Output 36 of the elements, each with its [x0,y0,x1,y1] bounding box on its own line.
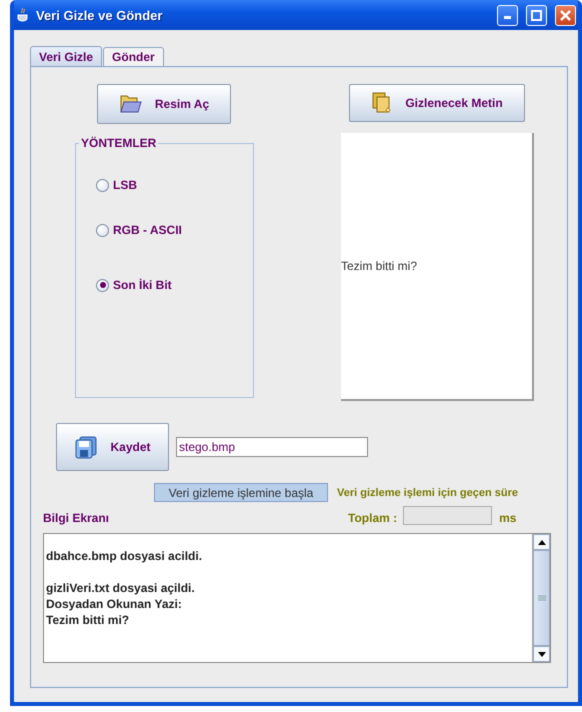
minimize-button[interactable] [497,4,518,26]
close-button[interactable] [555,4,576,26]
folder-icon [118,93,143,115]
radio-option[interactable]: LSB [96,178,253,192]
save-button[interactable]: Kaydet [56,423,169,471]
documents-icon [371,91,394,115]
tab[interactable]: Gönder [103,47,164,66]
coffee-cup-icon [16,7,30,23]
up-arrow-icon[interactable] [538,540,546,544]
info-log[interactable]: dbahce.bmp dosyasi acildi. gizliVeri.txt dosyasi açildi. Dosyadan Okunan Yazi: Tezim bitti mi? [43,533,551,663]
tab[interactable]: Veri Gizle [30,46,102,66]
hidden-text-area[interactable]: Tezim bitti mi? [341,133,534,401]
start-button[interactable]: Veri gizleme işlemine başla [154,483,328,502]
grip-icon[interactable] [538,595,546,601]
floppy-disk-icon [74,435,98,459]
window-title: Veri Gizle ve Gönder [36,8,164,22]
unit-label: ms [499,511,516,525]
duration-field[interactable] [403,506,492,525]
maximize-icon [531,10,542,20]
duration-label: Veri gizleme işlemi için geçen süre [337,486,518,498]
info-title: Bilgi Ekranı [43,511,110,525]
scrollbar[interactable] [532,534,550,662]
down-arrow-icon[interactable] [538,652,546,656]
total-label: Toplam : [348,511,398,525]
log-line: Tezim bitti mi? [46,612,130,628]
log-line: dbahce.bmp dosyasi acildi. [46,548,204,564]
close-icon [560,10,571,20]
maximize-button[interactable] [526,4,547,26]
radio-option[interactable]: Son İki Bit [96,278,253,292]
file-name-field[interactable]: stego.bmp [176,437,368,457]
open-image-button[interactable]: Resim Aç [97,84,231,124]
log-line: Dosyadan Okunan Yazi: [46,596,183,612]
hidden-text-button[interactable]: Gizlenecek Metin [349,84,525,122]
radio-option[interactable]: RGB - ASCII [96,223,253,237]
log-line: gizliVeri.txt dosyasi açildi. [46,580,196,596]
group-title: YÖNTEMLER [79,136,158,150]
